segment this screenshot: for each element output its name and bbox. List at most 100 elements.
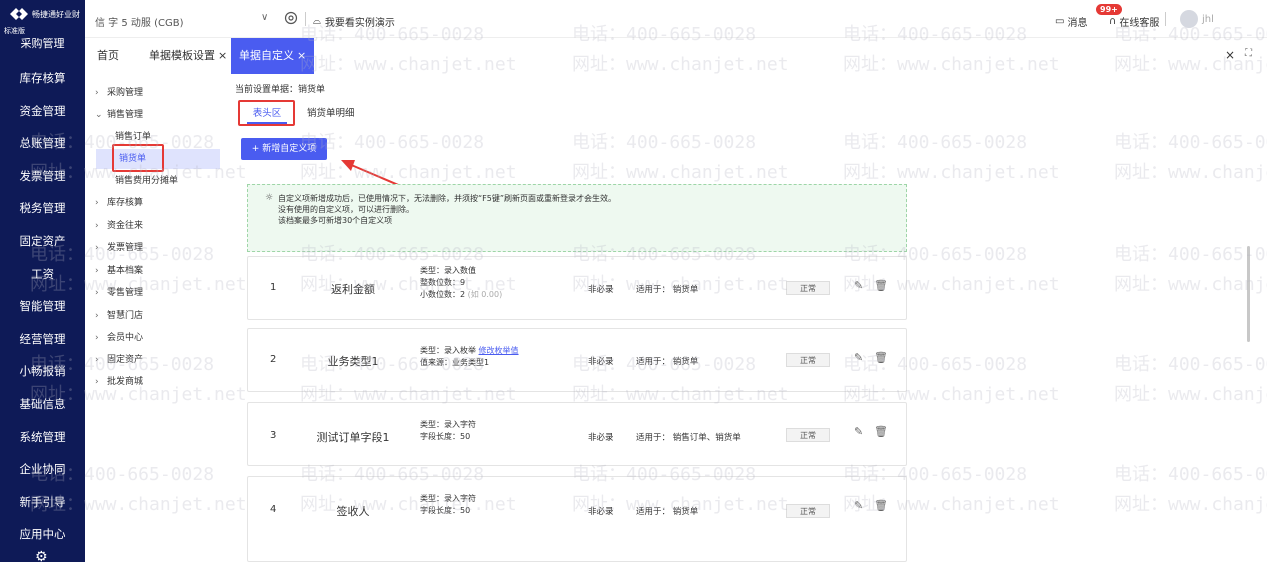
tree-item-funds[interactable]: › 资金往来 bbox=[95, 216, 143, 236]
custom-field-card: 2 业务类型1 类型：录入枚举 修改枚举值 值来源：业务类型1 非必录 适用于：… bbox=[247, 328, 907, 392]
add-custom-field-button[interactable]: + 新增自定义项 bbox=[241, 138, 327, 160]
app-root: 畅捷通好业财 标准版 采购管理 库存核算 资金管理 总账管理 发票管理 税务管理… bbox=[0, 0, 1267, 562]
highlight-box bbox=[238, 100, 295, 126]
logo: 畅捷通好业财 标准版 bbox=[0, 0, 85, 38]
edit-icon[interactable]: ✎ bbox=[854, 351, 863, 364]
chevron-down-icon: ⌄ bbox=[95, 110, 103, 120]
tree-item-sales[interactable]: ⌄ 销售管理 bbox=[95, 105, 143, 125]
chevron-right-icon: › bbox=[95, 333, 99, 343]
tree-child-sales-expense[interactable]: 销售费用分摊单 bbox=[115, 171, 178, 191]
tree-item-inventory[interactable]: › 库存核算 bbox=[95, 193, 143, 213]
nav-item-smart[interactable]: 智能管理 bbox=[0, 290, 85, 323]
scrollbar-thumb[interactable] bbox=[1247, 246, 1250, 342]
subtab-detail[interactable]: 销货单明细 bbox=[307, 104, 355, 124]
settings-gear-icon[interactable]: ⚙ bbox=[35, 549, 48, 562]
nav-item-guide[interactable]: 新手引导 bbox=[0, 486, 85, 519]
apply-scope: 适用于： 销货单 bbox=[636, 357, 699, 367]
custom-field-card: 4 签收人 类型：录入字符 字段长度：50 非必录 适用于： 销货单 正常 ✎ … bbox=[247, 476, 907, 562]
custom-field-card: 3 测试订单字段1 类型：录入字符 字段长度：50 非必录 适用于： 销售订单、… bbox=[247, 402, 907, 466]
tree-label: 会员中心 bbox=[107, 333, 144, 343]
doc-tree: › 采购管理 ⌄ 销售管理 销售订单 销货单 销售费用分摊单 › 库存核算 › 资金往来… bbox=[85, 74, 235, 562]
nav-item-operation[interactable]: 经营管理 bbox=[0, 323, 85, 356]
nav-item-purchase[interactable]: 采购管理 bbox=[0, 38, 85, 62]
trash-icon[interactable]: 🗑 bbox=[874, 425, 888, 438]
nav-item-salary[interactable]: 工资 bbox=[0, 258, 85, 291]
org-selector[interactable]: 信 字 5 动服 (CGB) bbox=[95, 14, 183, 29]
nav-item-system[interactable]: 系统管理 bbox=[0, 421, 85, 454]
divider bbox=[1165, 12, 1166, 26]
tab-template-settings[interactable]: 单据模板设置 × bbox=[141, 38, 235, 74]
trash-icon[interactable]: 🗑 bbox=[874, 279, 888, 292]
username[interactable]: jhl bbox=[1202, 14, 1214, 25]
tree-label: 批发商城 bbox=[107, 377, 144, 387]
tree-item-smart-store[interactable]: › 智慧门店 bbox=[95, 306, 143, 326]
field-index: 3 bbox=[270, 430, 277, 441]
close-icon[interactable]: × bbox=[218, 49, 227, 62]
edit-icon[interactable]: ✎ bbox=[854, 279, 863, 292]
tree-item-wholesale[interactable]: › 批发商城 bbox=[95, 372, 143, 392]
nav-item-app-center[interactable]: 应用中心 bbox=[0, 518, 85, 551]
field-name: 返利金额 bbox=[331, 283, 375, 296]
demo-label: 我要看实例演示 bbox=[324, 18, 395, 29]
edit-icon[interactable]: ✎ bbox=[854, 499, 863, 512]
edit-icon[interactable]: ✎ bbox=[854, 425, 863, 438]
nav-item-basic-info[interactable]: 基础信息 bbox=[0, 388, 85, 421]
field-type: 类型：录入数值 整数位数：9 小数位数：2 (如 0.00) bbox=[420, 265, 502, 301]
type-line: 字段长度：50 bbox=[420, 506, 471, 515]
trash-icon[interactable]: 🗑 bbox=[874, 351, 888, 364]
close-icon[interactable]: × bbox=[1225, 48, 1235, 62]
chevron-right-icon: › bbox=[95, 355, 99, 365]
gear-icon[interactable] bbox=[283, 10, 299, 26]
current-doc-label: 当前设置单据：销货单 bbox=[235, 85, 326, 95]
tree-item-invoice[interactable]: › 发票管理 bbox=[95, 238, 143, 258]
chevron-right-icon: › bbox=[95, 88, 99, 98]
required-flag: 非必录 bbox=[588, 285, 614, 295]
tab-custom-fields[interactable]: 单据自定义 × bbox=[231, 38, 315, 74]
tab-label: 首页 bbox=[97, 49, 119, 62]
edit-enum-link[interactable]: 修改枚举值 bbox=[479, 346, 519, 355]
nav-item-invoice[interactable]: 发票管理 bbox=[0, 160, 85, 193]
field-index: 4 bbox=[270, 504, 277, 515]
tree-item-member[interactable]: › 会员中心 bbox=[95, 328, 143, 348]
brand-edition: 标准版 bbox=[4, 27, 25, 35]
type-line: 类型：录入枚举 bbox=[420, 346, 476, 355]
tree-item-basic[interactable]: › 基本档案 bbox=[95, 261, 143, 281]
nav-item-expense[interactable]: 小畅报销 bbox=[0, 355, 85, 388]
fullscreen-icon[interactable]: ⛶ bbox=[1245, 48, 1252, 59]
nav-item-funds[interactable]: 资金管理 bbox=[0, 95, 85, 128]
field-type: 类型：录入字符 字段长度：50 bbox=[420, 493, 476, 517]
close-icon[interactable]: × bbox=[297, 49, 306, 62]
trash-icon[interactable]: 🗑 bbox=[874, 499, 888, 512]
demo-link[interactable]: ⌓ 我要看实例演示 bbox=[313, 14, 395, 29]
demo-icon: ⌓ bbox=[313, 16, 321, 27]
chevron-right-icon: › bbox=[95, 198, 99, 208]
brand-logo-icon bbox=[10, 8, 28, 20]
tree-item-purchase[interactable]: › 采购管理 bbox=[95, 83, 143, 103]
avatar[interactable] bbox=[1180, 10, 1198, 28]
type-line: 字段长度：50 bbox=[420, 432, 471, 441]
nav-item-inventory[interactable]: 库存核算 bbox=[0, 62, 85, 95]
nav-item-collaboration[interactable]: 企业协同 bbox=[0, 453, 85, 486]
nav-item-tax[interactable]: 税务管理 bbox=[0, 192, 85, 225]
notice-line: 没有使用的自定义项，可以进行删除。 bbox=[278, 205, 414, 214]
tree-label: 发票管理 bbox=[107, 243, 144, 253]
messages-button[interactable]: ▭ 消息 bbox=[1055, 14, 1087, 29]
chevron-down-icon[interactable]: ∨ bbox=[261, 12, 268, 23]
notice-line: 该档案最多可新增30个自定义项 bbox=[278, 216, 393, 225]
online-service-button[interactable]: ∩ 在线客服 bbox=[1109, 14, 1159, 29]
top-bar: 信 字 5 动服 (CGB) ∨ ⌓ 我要看实例演示 ▭ 消息 99+ ∩ 在线… bbox=[85, 0, 1267, 38]
nav-item-ledger[interactable]: 总账管理 bbox=[0, 127, 85, 160]
required-flag: 非必录 bbox=[588, 507, 614, 517]
field-index: 2 bbox=[270, 354, 277, 365]
message-icon: ▭ bbox=[1055, 16, 1065, 27]
tree-label: 采购管理 bbox=[107, 88, 144, 98]
divider bbox=[305, 12, 306, 26]
notice-panel: ☼ 自定义项新增成功后，已使用情况下，无法删除，并须按“F5键”刷新页面或重新登… bbox=[247, 184, 907, 252]
tree-item-fixed-assets[interactable]: › 固定资产 bbox=[95, 350, 143, 370]
status-badge: 正常 bbox=[786, 428, 830, 442]
chevron-right-icon: › bbox=[95, 221, 99, 231]
tree-item-retail[interactable]: › 零售管理 bbox=[95, 283, 143, 303]
nav-item-fixed-assets[interactable]: 固定资产 bbox=[0, 225, 85, 258]
messages-label: 消息 bbox=[1067, 18, 1088, 29]
tab-home[interactable]: 首页 bbox=[89, 38, 127, 74]
